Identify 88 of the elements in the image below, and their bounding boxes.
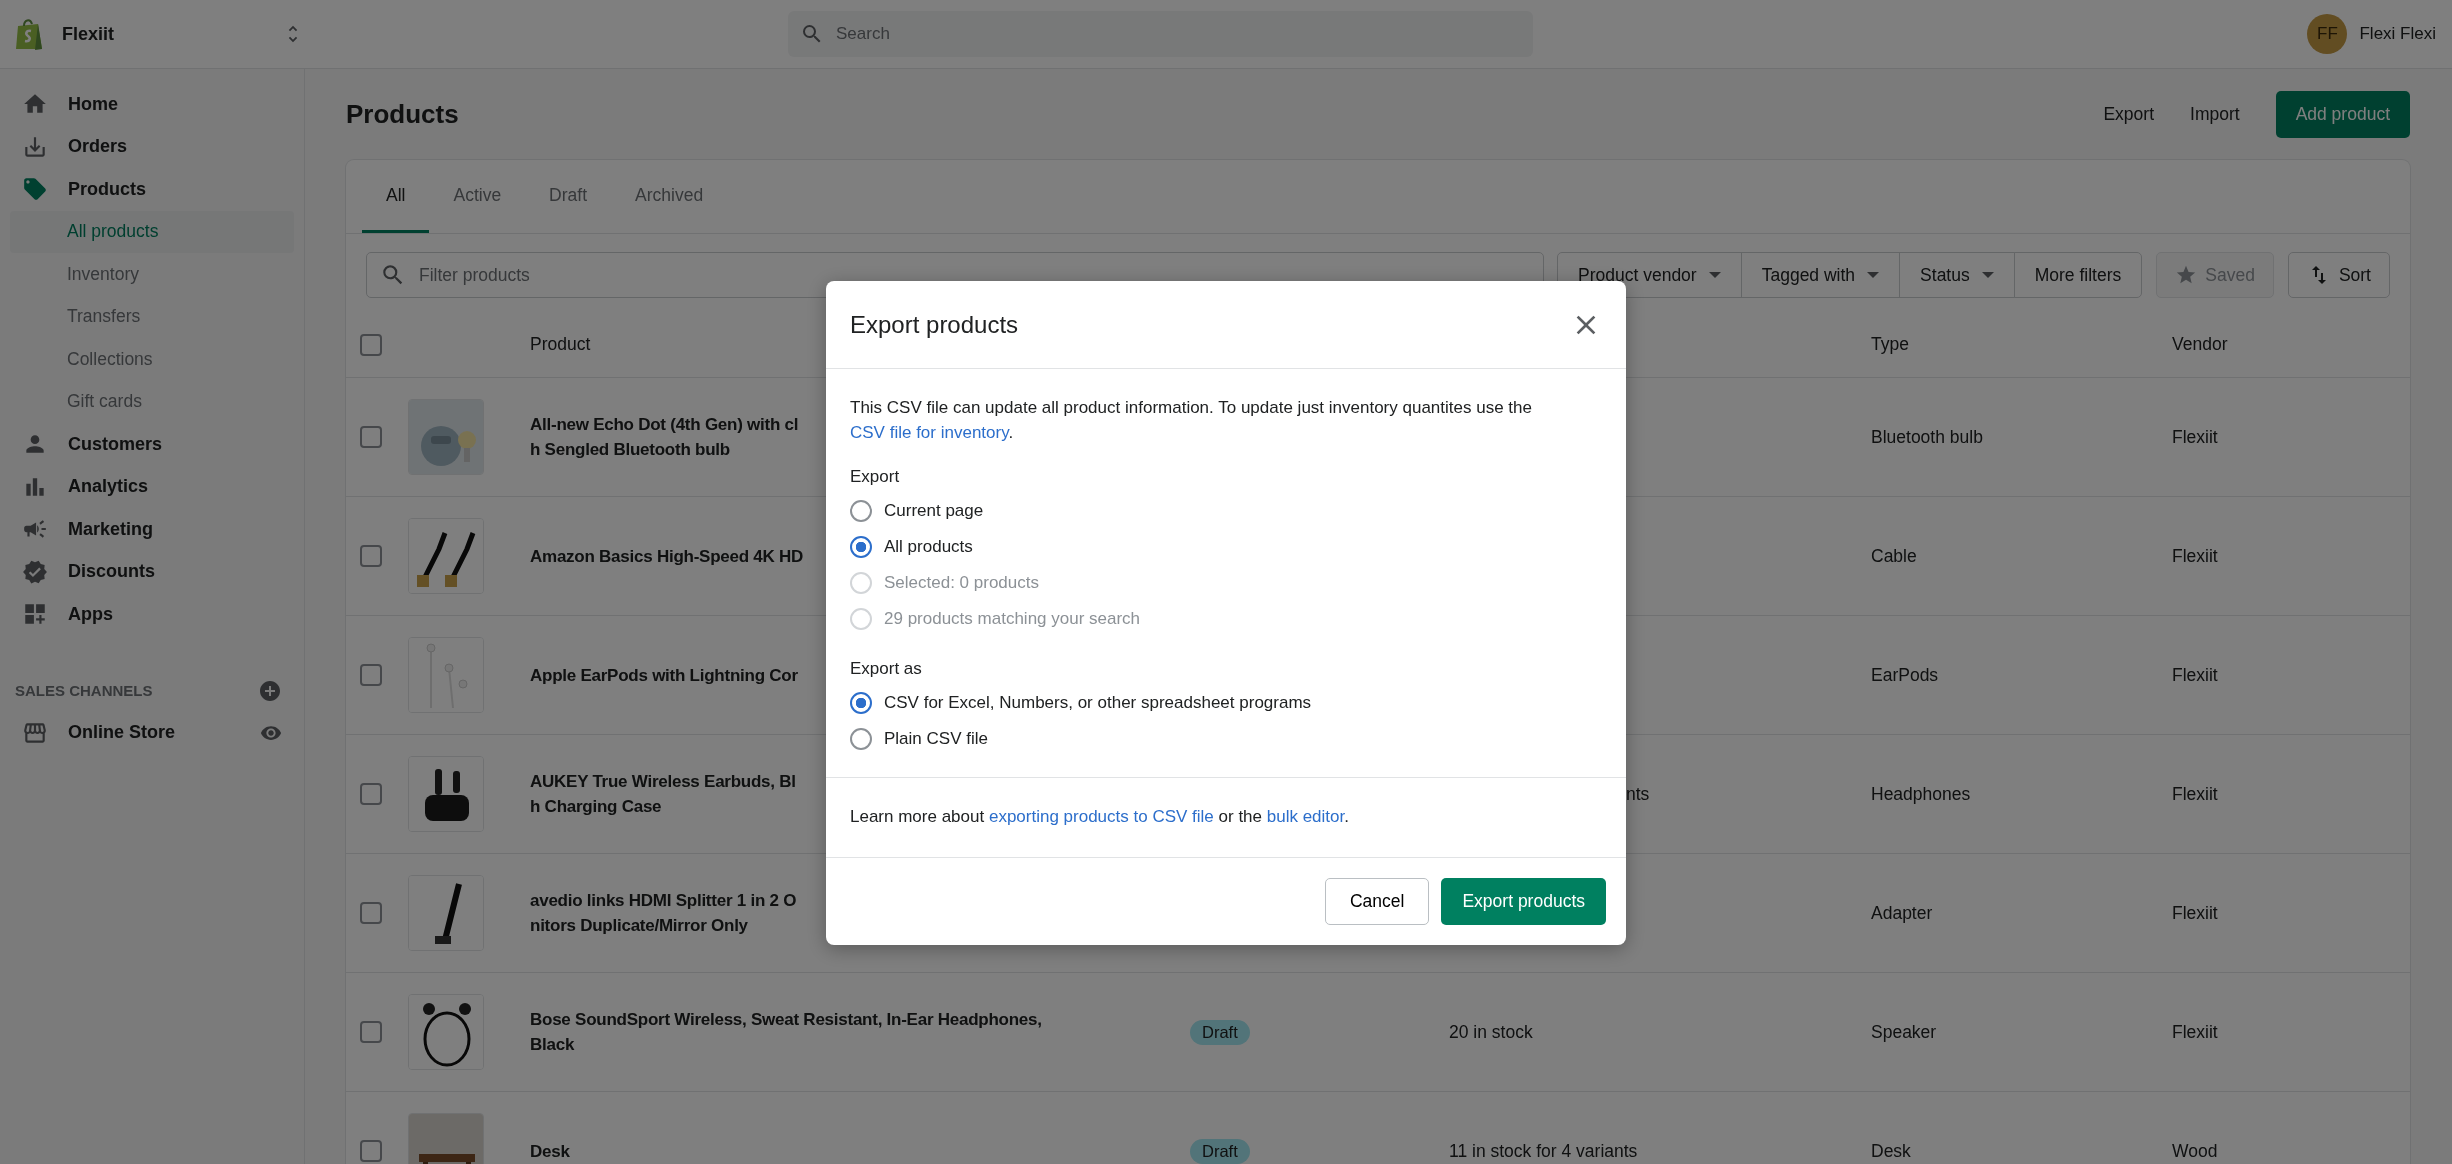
type-cell-text: Adapter	[1871, 902, 1934, 924]
radio-option[interactable]: CSV for Excel, Numbers, or other spreadsheet programs	[850, 685, 1602, 721]
sidebar-subitem[interactable]: Collections	[10, 338, 294, 381]
tag-icon	[22, 176, 48, 203]
sidebar-item[interactable]: Products	[10, 168, 294, 211]
type-cell-text: Desk	[1871, 1140, 1912, 1162]
tab[interactable]: Active	[429, 160, 526, 233]
sidebar-item[interactable]: Analytics	[10, 465, 294, 508]
type-cell-text: EarPods	[1871, 664, 1940, 686]
radio-button[interactable]	[850, 536, 872, 558]
checkbox[interactable]	[360, 664, 382, 686]
learn-more-text: Learn more about exporting products to CSV file or the bulk editor.	[850, 806, 1350, 828]
user-name: Flexi Flexi	[2359, 24, 2436, 44]
export-products-button[interactable]: Export products	[1441, 878, 1606, 925]
inventory-cell-text: nts	[1625, 783, 1650, 804]
discount-badge-icon	[22, 558, 48, 585]
sidebar-item[interactable]: Online Store	[10, 711, 294, 754]
export-help-link[interactable]: exporting products to CSV file	[988, 807, 1214, 826]
checkbox[interactable]	[360, 783, 382, 805]
tab[interactable]: Draft	[525, 160, 612, 233]
sidebar-item[interactable]: Orders	[10, 125, 294, 168]
type-cell-text: Bluetooth bulb	[1871, 426, 1984, 448]
vendor-cell-text: Flexiit	[2172, 1021, 2219, 1043]
dialog-description: This CSV file can update all product information. To update just inventory quantites use the CSV file for inventory.	[850, 397, 1533, 444]
product-name[interactable]: Desk	[530, 1138, 1190, 1164]
export-as-label: Export as	[850, 659, 923, 679]
add-product-button[interactable]: Add product	[2275, 91, 2410, 138]
shopping-bag-logo-icon	[14, 17, 44, 51]
radio-option[interactable]: Plain CSV file	[850, 721, 1602, 757]
star-icon	[2175, 264, 2198, 286]
header-action-button[interactable]: Import	[2172, 104, 2258, 125]
inventory-cell: 11 in stock for 4 variants	[1449, 1140, 1638, 1161]
radio-option[interactable]: All products	[850, 529, 1602, 565]
sidebar-item[interactable]: Apps	[10, 593, 294, 636]
vendor-cell-text: Flexiit	[2172, 426, 2219, 448]
sidebar-subitem[interactable]: Inventory	[10, 253, 294, 296]
checkbox[interactable]	[360, 1021, 382, 1043]
vendor-cell-text: Flexiit	[2172, 545, 2219, 567]
column-header: Product	[530, 334, 591, 355]
radio-button[interactable]	[850, 500, 872, 522]
status-badge: Draft	[1190, 1019, 1250, 1045]
dialog-title: Export products	[850, 310, 1019, 339]
radio-button[interactable]	[850, 728, 872, 750]
column-header: Type	[1871, 334, 1909, 355]
type-cell-text: Cable	[1871, 545, 1918, 567]
filter-button[interactable]: Tagged with	[1740, 252, 1901, 298]
caret-icon	[1981, 272, 1994, 278]
sidebar-item[interactable]: Discounts	[10, 550, 294, 593]
search-field[interactable]: Search	[788, 11, 1533, 57]
filter-button[interactable]: More filters	[2013, 252, 2143, 298]
inventory-csv-link[interactable]: CSV file for inventory	[850, 423, 1009, 442]
sidebar-item[interactable]: Home	[10, 83, 294, 126]
filter-button[interactable]: Status	[1899, 252, 2015, 298]
page-title: Products	[346, 99, 460, 130]
checkbox[interactable]	[360, 426, 382, 448]
sidebar-subitem[interactable]: Gift cards	[10, 380, 294, 423]
bulk-editor-link[interactable]: bulk editor	[1266, 807, 1345, 826]
caret-icon	[1708, 272, 1721, 278]
type-cell-text: Headphones	[1871, 783, 1972, 805]
product-name[interactable]: Bose SoundSport Wireless, Sweat Resistant, In-Ear Headphones, Black	[530, 1007, 1190, 1057]
vendor-cell-text: Wood	[2172, 1140, 2219, 1162]
status-badge: Draft	[1190, 1138, 1250, 1164]
vendor-cell-text: Flexiit	[2172, 902, 2219, 924]
section-heading: SALES CHANNELS	[15, 682, 153, 699]
tab[interactable]: Archived	[611, 160, 728, 233]
sidebar-item[interactable]: Marketing	[10, 508, 294, 551]
caret-icon	[1867, 272, 1880, 278]
sidebar-item[interactable]: Customers	[10, 423, 294, 466]
header-action-button[interactable]: Export	[2085, 104, 2172, 125]
type-cell-text: Speaker	[1871, 1021, 1938, 1043]
inventory-cell: 20 in stock	[1449, 1021, 1533, 1042]
checkbox[interactable]	[360, 1140, 382, 1162]
vendor-cell-text: Flexiit	[2172, 783, 2219, 805]
checkbox[interactable]	[360, 545, 382, 567]
vendor-cell-text: Flexiit	[2172, 664, 2219, 686]
checkbox[interactable]	[360, 902, 382, 924]
store-name: Flexiit	[62, 23, 115, 45]
sidebar-subitem[interactable]: All products	[10, 210, 294, 253]
radio-button[interactable]	[850, 692, 872, 714]
sort-button[interactable]: Sort	[2287, 252, 2390, 298]
sidebar-subitem[interactable]: Transfers	[10, 295, 294, 338]
column-header: Vendor	[2172, 334, 2228, 355]
user-avatar[interactable]: FF	[2307, 14, 2348, 54]
checkbox[interactable]	[360, 333, 382, 356]
radio-option[interactable]: Current page	[850, 493, 1602, 529]
cancel-button[interactable]: Cancel	[1324, 878, 1430, 925]
export-label: Export	[850, 467, 901, 487]
tab[interactable]: All	[362, 160, 430, 233]
